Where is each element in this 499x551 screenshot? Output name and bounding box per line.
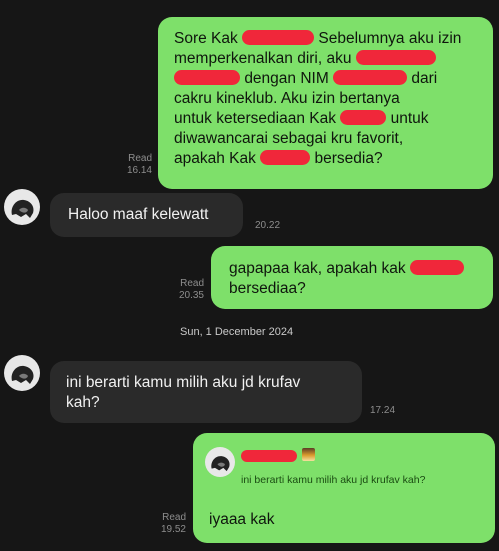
message-line: diwawancarai sebagai kru favorit, [174, 130, 404, 147]
contact-avatar[interactable] [4, 355, 40, 391]
message-line: dengan NIM dari [174, 69, 479, 89]
redacted-name [242, 30, 315, 45]
incoming-message-4[interactable]: ini berarti kamu milih aku jd krufav kah… [50, 361, 362, 423]
message-line: ini berarti kamu milih aku jd krufav [66, 374, 301, 391]
quoted-message-text: ini berarti kamu milih aku jd krufav kah… [241, 474, 426, 486]
message-time-2: 20.22 [255, 220, 281, 231]
outgoing-message-5[interactable]: ini berarti kamu milih aku jd krufav kah… [193, 433, 495, 543]
message-line: cakru kineklub. Aku izin bertanya [174, 90, 400, 107]
message-line: gapapaa kak, apakah kak [229, 259, 477, 279]
redacted-nim [333, 70, 408, 85]
quoted-avatar [205, 447, 235, 477]
message-line: Sore Kak Sebelumnya aku izin [174, 30, 462, 47]
message-line: apakah Kak bersedia? [174, 150, 383, 167]
message-text: iyaaa kak [209, 511, 275, 528]
incoming-message-2[interactable]: Haloo maaf kelewatt [50, 193, 243, 237]
read-receipt-5: Read 19.52 [160, 512, 186, 535]
contact-avatar[interactable] [4, 189, 40, 225]
read-receipt-1: Read 16.14 [126, 153, 152, 176]
date-separator: Sun, 1 December 2024 [180, 326, 294, 338]
quoted-image-thumbnail [302, 448, 315, 461]
outgoing-message-3[interactable]: gapapaa kak, apakah kak bersediaa? [211, 246, 493, 309]
redacted-name [340, 110, 387, 125]
message-time-4: 17.24 [370, 405, 396, 416]
redacted-name [355, 50, 436, 65]
redacted-name [174, 70, 240, 85]
message-line: bersediaa? [229, 280, 306, 297]
redacted-name [241, 450, 297, 462]
redacted-name [409, 260, 464, 275]
message-line: untuk ketersediaan Kak untuk [174, 110, 429, 127]
redacted-name [260, 150, 311, 165]
outgoing-message-1[interactable]: Sore Kak Sebelumnya aku izin memperkenal… [158, 17, 493, 189]
read-receipt-3: Read 20.35 [178, 278, 204, 301]
message-text: Haloo maaf kelewatt [68, 206, 209, 223]
message-line: memperkenalkan diri, aku [174, 49, 479, 69]
reply-quote[interactable]: ini berarti kamu milih aku jd krufav kah… [205, 444, 490, 490]
message-line: kah? [66, 394, 100, 411]
